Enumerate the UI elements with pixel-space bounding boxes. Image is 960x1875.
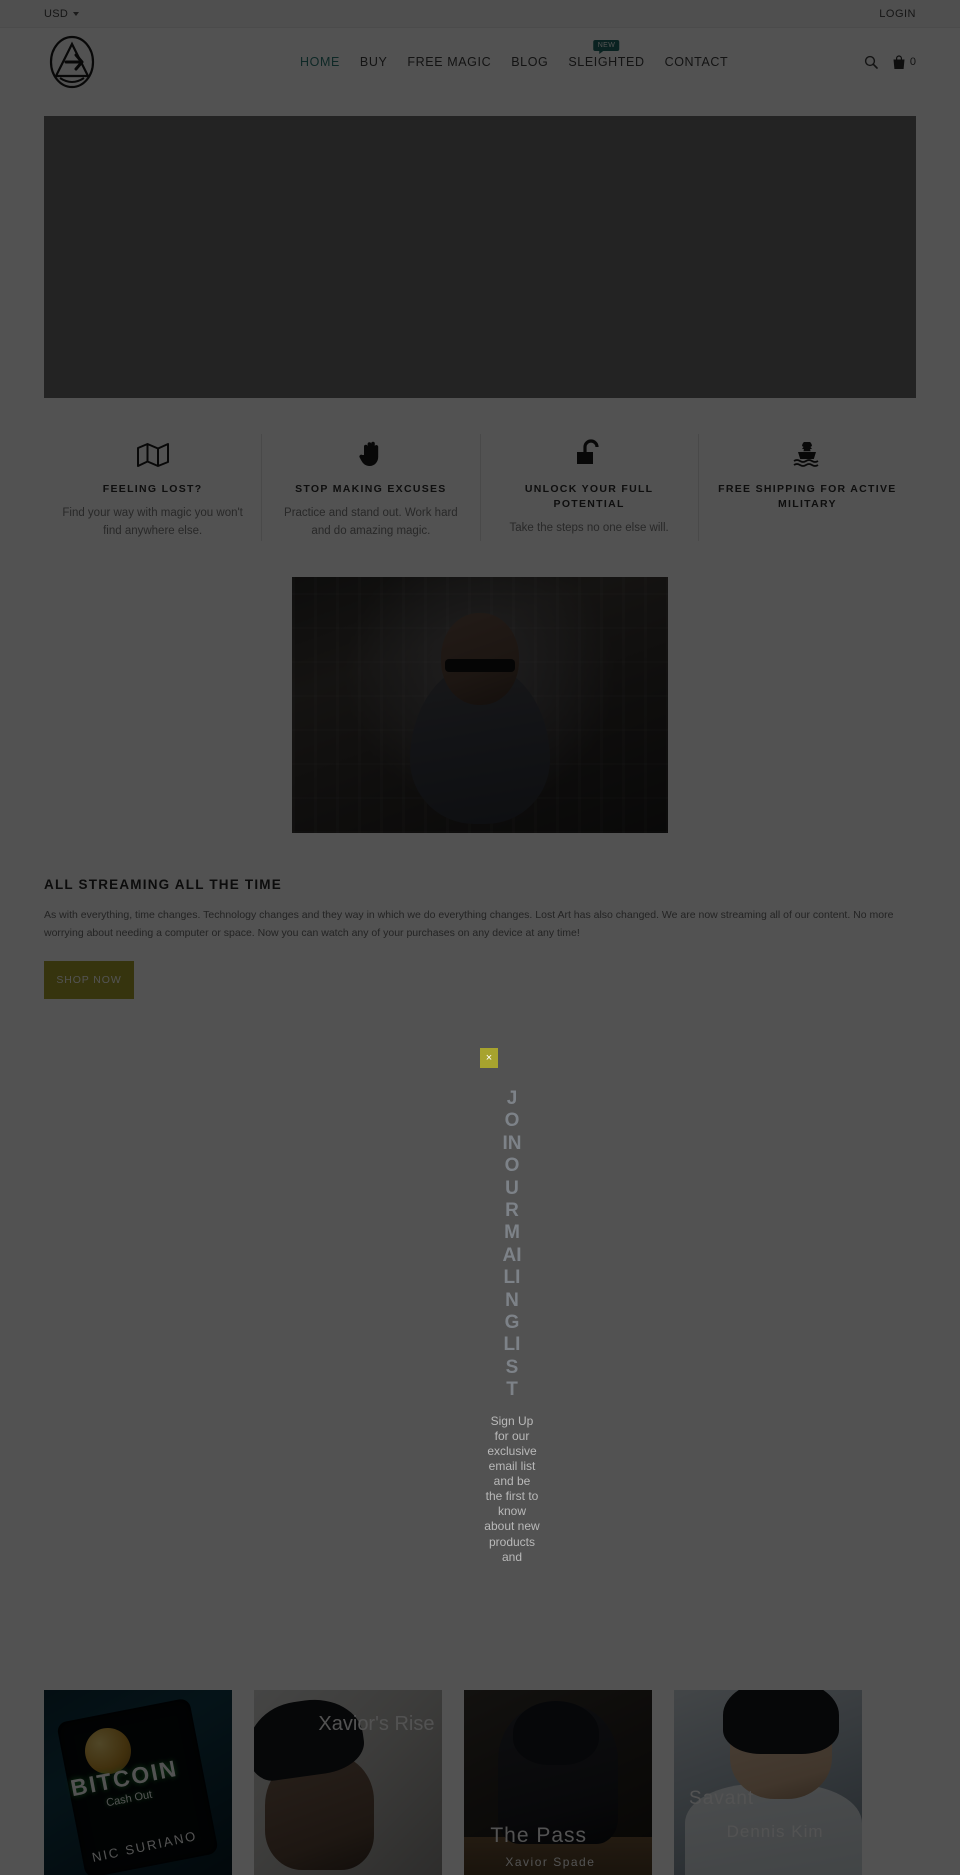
search-button[interactable]: [864, 55, 878, 69]
nav-label: HOME: [300, 55, 340, 69]
close-popup-button[interactable]: ×: [480, 1048, 498, 1068]
promo-image: [292, 576, 668, 833]
streaming-section: ALL STREAMING ALL THE TIME As with every…: [44, 877, 916, 999]
shopping-bag-icon: [893, 54, 905, 69]
promo-image-photo: [292, 576, 668, 833]
map-icon: [136, 434, 169, 468]
savant-hair: [722, 1690, 840, 1754]
login-link[interactable]: LOGIN: [879, 8, 916, 20]
nav-label: BLOG: [511, 55, 549, 69]
header-tools: 0: [864, 54, 916, 70]
logo[interactable]: [44, 34, 100, 90]
search-icon: [864, 55, 878, 69]
feature-stop-making-excuses: STOP MAKING EXCUSES Practice and stand o…: [262, 434, 481, 541]
mailing-list-popup: × JOIN OUR MAILING LIST Sign Up for our …: [480, 1048, 544, 1565]
feature-title: FEELING LOST?: [102, 483, 203, 495]
product-card-savant[interactable]: Savant Dennis Kim: [674, 1690, 862, 1875]
product-card-the-pass[interactable]: The Pass Xavior Spade: [464, 1690, 652, 1875]
site-header: HOME BUY FREE MAGIC BLOG NEW SLEIGHTED C…: [0, 28, 960, 96]
nav-label: SLEIGHTED: [568, 55, 645, 69]
feature-free-shipping-military: FREE SHIPPING FOR ACTIVE MILITARY: [699, 434, 916, 541]
product-title: Xavior's Rise: [318, 1712, 435, 1735]
cart-count: 0: [909, 56, 916, 68]
feature-text: Find your way with magic you won't find …: [62, 507, 243, 538]
feature-row: FEELING LOST? Find your way with magic y…: [44, 434, 916, 541]
product-author: Xavior Spade: [505, 1854, 596, 1869]
currency-label: USD: [44, 7, 69, 20]
feature-text: Take the steps no one else will.: [509, 522, 669, 535]
main-navigation: HOME BUY FREE MAGIC BLOG NEW SLEIGHTED C…: [300, 40, 729, 69]
streaming-body: As with everything, time changes. Techno…: [44, 908, 894, 940]
nav-item-sleighted[interactable]: NEW SLEIGHTED: [568, 40, 645, 69]
feature-text: Practice and stand out. Work hard and do…: [284, 507, 458, 538]
ship-icon: [791, 434, 823, 468]
hero-video-banner[interactable]: [44, 116, 916, 398]
unlock-icon: [574, 434, 604, 468]
product-title: Savant: [689, 1787, 755, 1809]
nav-label: BUY: [359, 55, 388, 69]
lost-art-logo-icon: [49, 35, 95, 89]
popup-heading: JOIN OUR MAILING LIST: [502, 1088, 522, 1401]
hand-icon: [358, 434, 384, 468]
nav-item-buy[interactable]: BUY: [360, 55, 388, 69]
page-root: USD LOGIN HOME BUY FREE MAGIC BLOG NEW S…: [0, 0, 960, 1875]
feature-unlock-potential: UNLOCK YOUR FULL POTENTIAL Take the step…: [481, 434, 699, 541]
nav-label: FREE MAGIC: [407, 55, 492, 69]
nav-item-home[interactable]: HOME: [300, 55, 340, 69]
nav-label: CONTACT: [664, 55, 729, 69]
streaming-title: ALL STREAMING ALL THE TIME: [44, 876, 282, 892]
feature-title: UNLOCK YOUR FULL POTENTIAL: [524, 483, 654, 511]
product-card-bitcoin[interactable]: BITCOIN Cash Out NIC SURIANO: [44, 1690, 232, 1875]
chevron-down-icon: [73, 11, 80, 16]
cart-button[interactable]: 0: [892, 54, 916, 70]
product-author: Dennis Kim: [726, 1821, 824, 1841]
product-grid: BITCOIN Cash Out NIC SURIANO Xavior's Ri…: [44, 1690, 916, 1875]
product-title: The Pass: [490, 1823, 588, 1847]
new-badge: NEW: [593, 40, 620, 54]
promo-person-sunglasses: [445, 658, 515, 672]
feature-title: FREE SHIPPING FOR ACTIVE MILITARY: [718, 483, 897, 511]
top-utility-bar: USD LOGIN: [0, 0, 960, 28]
pass-hood: [512, 1701, 600, 1766]
nav-item-blog[interactable]: BLOG: [511, 55, 548, 69]
nav-item-contact[interactable]: CONTACT: [665, 55, 729, 69]
nav-item-free-magic[interactable]: FREE MAGIC: [407, 55, 491, 69]
feature-title: STOP MAKING EXCUSES: [295, 483, 447, 495]
shop-now-button[interactable]: SHOP NOW: [44, 960, 134, 999]
popup-body: Sign Up for our exclusive email list and…: [484, 1413, 540, 1564]
currency-selector[interactable]: USD: [44, 7, 80, 20]
product-card-xaviors-rise[interactable]: Xavior's Rise: [254, 1690, 442, 1875]
feature-feeling-lost: FEELING LOST? Find your way with magic y…: [44, 434, 263, 541]
